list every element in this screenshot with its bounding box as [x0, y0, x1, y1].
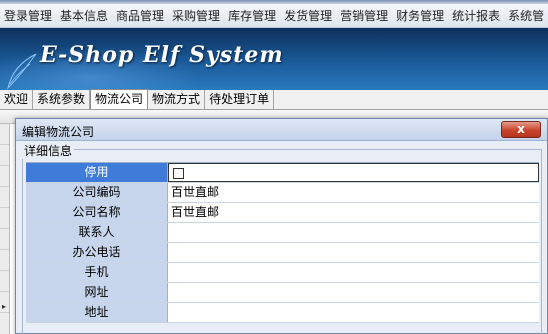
field-row-company-code: 公司编码 百世直邮 — [26, 183, 539, 203]
menu-item-purchasing[interactable]: 采购管理 — [168, 4, 224, 27]
field-row-disabled: 停用 — [26, 163, 539, 183]
company-name-field[interactable]: 百世直邮 — [168, 203, 539, 222]
field-row-contact: 联系人 — [26, 223, 539, 243]
field-label[interactable]: 联系人 — [26, 223, 168, 242]
field-label[interactable]: 停用 — [26, 163, 168, 182]
field-label[interactable]: 公司名称 — [26, 203, 168, 222]
tab-bar: 欢迎 系统参数 物流公司 物流方式 待处理订单 — [0, 89, 548, 110]
menu-item-shipping[interactable]: 发货管理 — [280, 4, 336, 27]
grid-row-header-cell[interactable] — [0, 271, 9, 292]
grid-row-header-cell[interactable] — [0, 124, 9, 145]
menu-item-reports[interactable]: 统计报表 — [448, 4, 504, 27]
field-row-website: 网址 — [26, 283, 539, 303]
app-logo: E-Shop Elf System — [40, 42, 284, 68]
tab-logistics-method[interactable]: 物流方式 — [148, 90, 206, 109]
mobile-field[interactable] — [168, 263, 539, 282]
menu-item-finance[interactable]: 财务管理 — [392, 4, 448, 27]
property-grid: 停用 公司编码 百世直邮 公司名称 百世直邮 联系人 办公电话 手机 网址 地址 — [26, 162, 539, 323]
field-row-address: 地址 — [26, 303, 539, 323]
field-label[interactable]: 公司编码 — [26, 183, 168, 202]
disabled-checkbox[interactable] — [173, 168, 184, 179]
dialog-titlebar[interactable]: 编辑物流公司 x — [16, 119, 547, 141]
field-label[interactable]: 手机 — [26, 263, 168, 282]
disabled-checkbox-cell[interactable] — [168, 163, 539, 182]
field-row-office-phone: 办公电话 — [26, 243, 539, 263]
app-banner: E-Shop Elf System — [0, 28, 548, 90]
grid-row-header-cell[interactable] — [0, 187, 9, 208]
leaf-ornament-icon — [7, 53, 37, 90]
grid-row-header-cell[interactable] — [0, 208, 9, 229]
field-label[interactable]: 地址 — [26, 303, 168, 322]
grid-row-header-cell[interactable] — [0, 166, 9, 187]
address-field[interactable] — [168, 303, 539, 322]
tab-logistics-company[interactable]: 物流公司 — [90, 89, 149, 109]
dialog-title: 编辑物流公司 — [22, 125, 95, 139]
field-label[interactable]: 办公电话 — [26, 243, 168, 262]
website-field[interactable] — [168, 283, 539, 302]
office-phone-field[interactable] — [168, 243, 539, 262]
field-row-company-name: 公司名称 百世直邮 — [26, 203, 539, 223]
grid-row-header-cell[interactable] — [0, 250, 9, 271]
details-section-title: 详细信息 — [22, 142, 75, 159]
edit-logistics-company-dialog: 编辑物流公司 x 详细信息 停用 公司编码 百世直邮 公司名称 百世直邮 联系人… — [15, 118, 548, 334]
field-row-mobile: 手机 — [26, 263, 539, 283]
grid-row-header-cell[interactable] — [0, 145, 9, 166]
main-menu-bar: 登录管理 基本信息 商品管理 采购管理 库存管理 发货管理 营销管理 财务管理 … — [0, 4, 548, 28]
tab-system-params[interactable]: 系统参数 — [33, 90, 91, 109]
field-label[interactable]: 网址 — [26, 283, 168, 302]
grid-row-header-cell[interactable] — [0, 229, 9, 250]
tab-welcome[interactable]: 欢迎 — [0, 90, 34, 109]
menu-item-inventory[interactable]: 库存管理 — [224, 4, 280, 27]
tab-pending-orders[interactable]: 待处理订单 — [205, 90, 275, 109]
contact-field[interactable] — [168, 223, 539, 242]
company-code-field[interactable]: 百世直邮 — [168, 183, 539, 202]
menu-item-marketing[interactable]: 营销管理 — [336, 4, 392, 27]
current-row-indicator-icon: ▸ — [2, 302, 7, 311]
menu-item-products[interactable]: 商品管理 — [112, 4, 168, 27]
menu-item-basic-info[interactable]: 基本信息 — [56, 4, 112, 27]
menu-item-login[interactable]: 登录管理 — [0, 4, 56, 27]
close-button[interactable]: x — [501, 121, 541, 138]
menu-item-system[interactable]: 系统管 — [504, 4, 548, 27]
